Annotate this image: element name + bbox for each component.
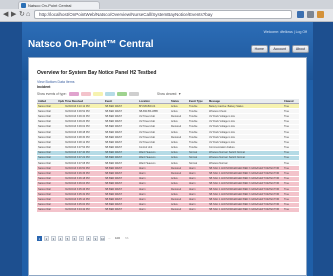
page-link[interactable]: 2 (44, 236, 49, 241)
url-text: http://localhost/OnPointWeb/Natsco/Overv… (39, 12, 213, 17)
bookmarks-icon[interactable] (297, 11, 304, 18)
tab-title: Natsco On-Point Central (28, 3, 72, 8)
table-cell (57, 207, 64, 213)
home-icon[interactable]: ⌂ (26, 11, 30, 19)
back-arrow-icon[interactable]: ◀ (3, 11, 8, 19)
section-heading: Incident (37, 85, 51, 89)
page-link[interactable]: 5 (65, 236, 70, 241)
last-page-link[interactable]: 100 (115, 236, 120, 241)
filter-chip[interactable] (105, 92, 115, 96)
table-body: Natsco Rail 3/23/2013 3:10:12 PM SB BED WE… (37, 103, 299, 213)
pager-ellipsis[interactable]: ... (108, 236, 111, 241)
forward-arrow-icon[interactable]: ▶ (11, 11, 16, 19)
view-bottom-link[interactable]: View Bottom Data Items (37, 80, 74, 84)
page-menu-icon[interactable] (307, 11, 314, 18)
page-link[interactable]: 4 (58, 236, 63, 241)
page-link[interactable]: 1 (37, 236, 42, 241)
filter-chip[interactable] (69, 92, 79, 96)
next-page-link[interactable]: >> (125, 236, 129, 241)
page-link[interactable]: 7 (79, 236, 84, 241)
tools-icon[interactable] (317, 11, 324, 18)
table-cell: Restored (170, 207, 188, 213)
event-filter-row: Show events of type: Show cleared: ▼ (37, 92, 297, 97)
account-button[interactable]: Account (269, 45, 290, 53)
page-link[interactable]: 6 (72, 236, 77, 241)
table-row[interactable]: Natsco Rail 3/23/2013 3:04:42 PM SB BED WE… (37, 207, 299, 213)
app-title: Natsco On-Point™ Central (28, 39, 154, 50)
filter-label: Show events of type: (37, 92, 67, 96)
events-table: Added Updated Time Received Event Locati… (37, 99, 299, 213)
favicon-icon (21, 3, 26, 8)
filter-chip[interactable] (117, 92, 127, 96)
welcome-text[interactable]: Welcome: dfellows | Log Off (264, 30, 307, 34)
pagination: 1 2 3 4 5 6 7 8 9 10... 100 >> (37, 236, 177, 242)
browser-chrome: Natsco On-Point Central ◀ ▶ ↻ ⌂ http://l… (0, 0, 333, 22)
table-cell: SB BED WEST (104, 207, 138, 213)
filter-chip[interactable] (129, 92, 139, 96)
tab-strip: Natsco On-Point Central (0, 0, 333, 9)
page-link[interactable]: 3 (51, 236, 56, 241)
home-button[interactable]: Home (250, 45, 268, 53)
page-link[interactable]: 9 (93, 236, 98, 241)
page-title: Overview for System Bay Notice Panel H2 … (37, 70, 157, 76)
table-cell: SB NAC 1 ACKNOWLEDGED BED 3 GRAZ/LEFT DE… (208, 207, 283, 213)
page: Welcome: dfellows | Log Off Natsco On-Po… (22, 22, 313, 276)
reload-icon[interactable]: ↻ (19, 11, 25, 19)
content-panel: Overview for System Bay Notice Panel H2 … (28, 57, 307, 276)
table-cell: True (283, 207, 299, 213)
about-button[interactable]: About (291, 45, 309, 53)
browser-toolbar: ◀ ▶ ↻ ⌂ http://localhost/OnPointWeb/Nats… (0, 9, 333, 21)
table-cell: Natsco Rail (37, 207, 57, 213)
table-cell: 3/23/2013 3:04:42 PM (64, 207, 104, 213)
filter-chip[interactable] (93, 92, 103, 96)
show-cleared-dropdown[interactable]: Show cleared: ▼ (157, 92, 181, 96)
address-bar[interactable]: http://localhost/OnPointWeb/Natsco/Overv… (34, 10, 292, 19)
page-link[interactable]: 10 (100, 236, 105, 241)
browser-tab[interactable]: Natsco On-Point Central (18, 1, 100, 9)
filter-chip[interactable] (81, 92, 91, 96)
table-cell: Alarm (138, 207, 170, 213)
page-link[interactable]: 8 (86, 236, 91, 241)
table-cell: Alarm (188, 207, 208, 213)
